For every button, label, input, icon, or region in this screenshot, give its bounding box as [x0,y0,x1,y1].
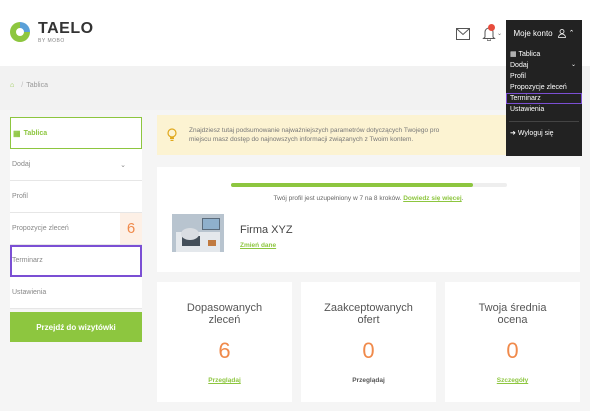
dropdown-item-dodaj[interactable]: Dodaj ⌄ [506,60,582,71]
company-photo-art [172,214,224,252]
dropdown-item-ustawienia[interactable]: Ustawienia [506,104,582,115]
profile-card: Twój profil jest uzupełniony w 7 na 8 kr… [157,167,580,272]
home-icon[interactable]: ⌂ [10,82,14,89]
browse-accepted-link[interactable]: Przeglądaj [301,377,436,384]
sidebar-item-profil[interactable]: Profil [10,181,142,213]
breadcrumb-current: Tablica [26,82,48,89]
dropdown-item-tablica[interactable]: ▦ Tablica [506,49,582,60]
stat-card-accepted: Zaakceptowanych ofert 0 Przeglądaj [301,282,436,402]
stat-title-line1: Zaakceptowanych [324,302,413,314]
chevron-down-icon[interactable]: ⌄ [497,30,502,37]
dropdown-item-label: Propozycje zleceń [510,84,567,91]
profile-progress-text: Twój profil jest uzupełniony w 7 na 8 kr… [157,195,580,202]
lightbulb-icon [167,128,177,141]
stat-title-line2: ofert [357,314,380,326]
logo[interactable]: TAELO BY MOBO [8,20,94,44]
sidebar-item-tablica[interactable]: ▦ Tablica [10,117,142,149]
stat-card-rating: Twoja średnia ocena 0 Szczegóły [445,282,580,402]
proposals-count-badge: 6 [120,213,142,244]
logo-mark-icon [10,22,30,42]
company-photo [172,214,224,252]
browse-matched-link[interactable]: Przeglądaj [157,377,292,384]
sidebar-item-propozycje[interactable]: Propozycje zleceń 6 [10,213,142,245]
dropdown-divider [509,121,579,122]
learn-more-link[interactable]: Dowiedz się więcej [403,195,462,202]
dropdown-item-label: Dodaj [510,62,529,69]
stat-title: Zaakceptowanych ofert [301,302,436,326]
header: TAELO BY MOBO ⌄ Moje konto ⌃ [0,0,590,66]
dropdown-item-terminarz[interactable]: Terminarz [506,93,582,104]
page: TAELO BY MOBO ⌄ Moje konto ⌃ ⌂ / Tablica… [0,0,590,411]
breadcrumb-separator: / [21,82,24,89]
logout-label: Wyloguj się [517,130,554,137]
sidebar-item-dodaj[interactable]: Dodaj ⌄ [10,149,142,181]
rating-details-link[interactable]: Szczegóły [445,377,580,384]
chevron-down-icon: ⌄ [570,62,576,68]
stat-title: Dopasowanych zleceń [157,302,292,326]
grid-icon: ▦ [510,51,517,58]
account-dropdown-menu: ▦ Tablica Dodaj ⌄ Profil Propozycje zlec… [506,46,582,156]
stat-value: 6 [218,338,231,363]
company-name: Firma XYZ [240,224,293,236]
sidebar: ▦ Tablica Dodaj ⌄ Profil Propozycje zlec… [10,115,142,309]
sidebar-item-ustawienia[interactable]: Ustawienia [10,277,142,309]
mail-icon[interactable] [456,28,470,40]
logout-button[interactable]: ➜ Wyloguj się [506,128,582,139]
profile-progress-fill [231,183,473,187]
logo-brand: TAELO [38,19,94,37]
breadcrumb-bar: ⌂ / Tablica [0,66,590,110]
stat-title-line2: zleceń [208,314,241,326]
stat-title: Twoja średnia ocena [445,302,580,326]
grid-icon: ▦ [13,128,21,138]
stat-value: 0 [362,338,375,363]
sidebar-item-label: Tablica [23,129,48,137]
notification-badge [488,24,495,31]
edit-profile-link[interactable]: Zmień dane [240,242,276,249]
sidebar-item-terminarz[interactable]: Terminarz [10,245,142,277]
sidebar-item-label: Propozycje zleceń [12,225,69,232]
stat-title-line1: Dopasowanych [186,302,263,314]
account-label: Moje konto [513,28,553,38]
info-text-line1: Znajdziesz tutaj podsumowanie najważniej… [189,127,440,134]
dropdown-item-label: Terminarz [510,95,541,102]
sidebar-item-label: Profil [12,193,28,200]
profile-progress-bar [231,183,507,187]
go-to-business-card-button[interactable]: Przejdź do wizytówki [10,312,142,342]
logo-subtitle: BY MOBO [38,37,65,44]
dropdown-item-propozycje[interactable]: Propozycje zleceń [506,82,582,93]
sidebar-item-label: Ustawienia [12,289,47,296]
sidebar-item-label: Dodaj [12,161,31,168]
dropdown-item-profil[interactable]: Profil [506,71,582,82]
info-text-line2: miejscu masz dostęp do najnowszych infor… [189,136,414,143]
stat-title-line1: Twoja średnia [478,302,547,314]
stat-value: 0 [506,338,519,363]
stat-card-matched: Dopasowanych zleceń 6 Przeglądaj [157,282,292,402]
stat-title-line2: ocena [497,314,528,326]
progress-end: . [461,195,464,202]
logout-icon: ➜ [510,130,516,137]
user-icon [557,28,566,38]
account-menu-button[interactable]: Moje konto ⌃ [506,20,582,46]
dropdown-item-label: Profil [510,73,526,80]
progress-message: Twój profil jest uzupełniony w 7 na 8 kr… [273,195,402,202]
dropdown-item-label: Tablica [518,51,541,58]
dropdown-item-label: Ustawienia [510,106,545,113]
chevron-down-icon: ⌄ [120,161,126,169]
sidebar-item-label: Terminarz [12,257,43,264]
chevron-up-icon: ⌃ [568,30,575,37]
breadcrumb: ⌂ / Tablica [10,82,48,89]
